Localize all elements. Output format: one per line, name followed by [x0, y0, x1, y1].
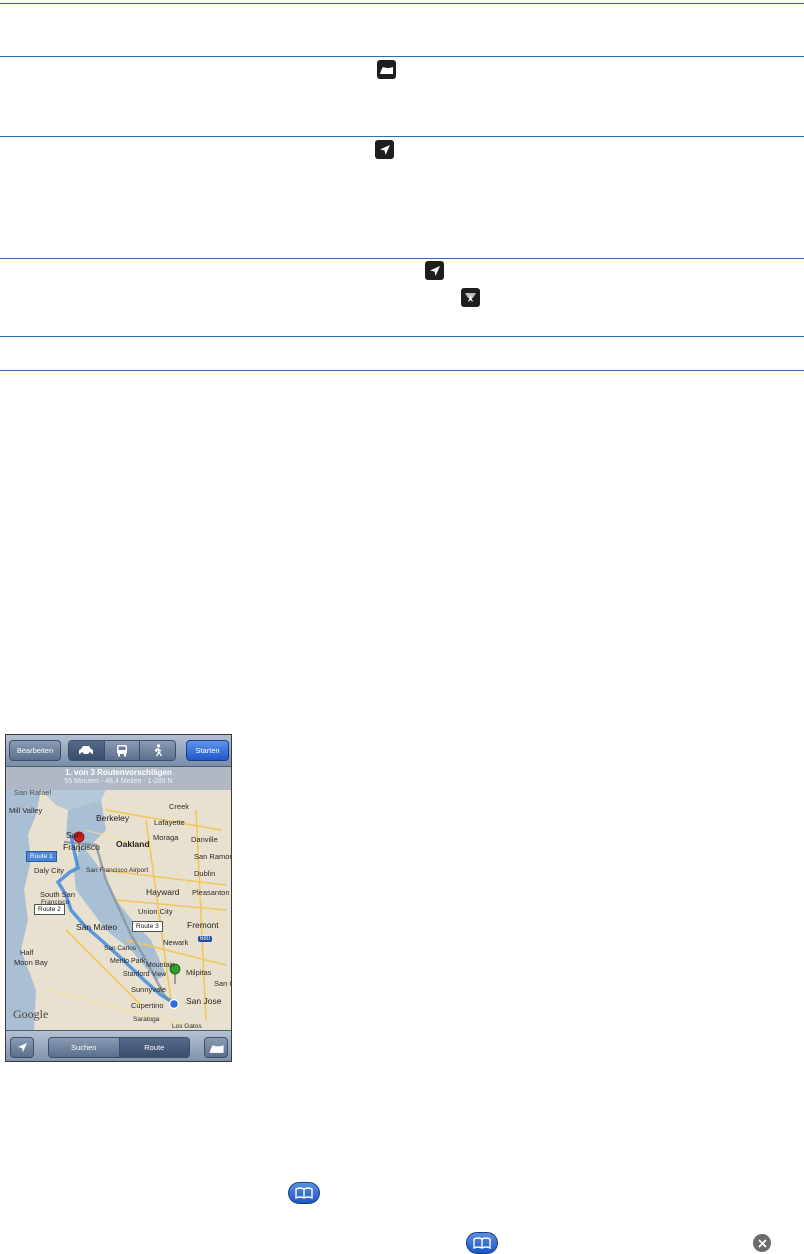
map-label: San Carlos [104, 945, 137, 952]
map-label: Stanford [123, 971, 150, 978]
edit-button[interactable]: Bearbeiten [9, 740, 61, 761]
section-rule [0, 258, 804, 259]
map-label: Cupertino [131, 1001, 164, 1010]
page-curl-icon [377, 60, 396, 79]
map-label: South San [40, 890, 76, 899]
map-label: Berkeley [96, 813, 130, 823]
map-label: Lafayette [154, 818, 185, 827]
bookmarks-button[interactable] [288, 1182, 320, 1204]
map-label: San Cl [214, 979, 231, 988]
map-label: San Mateo [76, 922, 118, 932]
route-summary-details: 55 Minuten - 48,4 Meilen - 1-280 N [64, 778, 173, 785]
section-rule [0, 370, 804, 371]
map-label: Daly City [34, 866, 65, 875]
clear-icon[interactable] [753, 1234, 771, 1252]
map-label: San Francisco Airport [86, 867, 149, 874]
bookmarks-button[interactable] [466, 1232, 498, 1254]
map-label: San Ramon [194, 852, 232, 861]
map-label: San [66, 830, 82, 840]
map-label: Dublin [194, 869, 216, 878]
maps-screenshot: San Rafael Mill Valley Berkeley Creek La… [5, 734, 232, 1062]
location-arrow-icon [17, 1042, 27, 1053]
route-tab[interactable]: Route [119, 1038, 189, 1057]
map-label: Saratoga [133, 1016, 160, 1023]
map-label: View [152, 971, 166, 978]
navigation-bar: Bearbeiten Starten [6, 735, 231, 767]
search-tab[interactable]: Suchen [49, 1038, 120, 1057]
page-curl-button[interactable] [204, 1037, 228, 1058]
map-label: Union City [138, 907, 173, 916]
map-label: Mountain [146, 962, 175, 969]
route-summary-title: 1. von 3 Routenvorschlägen [65, 768, 172, 777]
bottom-toolbar: Suchen Route [6, 1030, 231, 1061]
start-button[interactable]: Starten [186, 740, 229, 761]
map-label: Sunnyvale [131, 985, 167, 994]
map-label: San Jose [186, 996, 222, 1006]
walk-mode-button[interactable] [140, 741, 175, 760]
map-label: Creek [169, 802, 190, 811]
map-label: Danville [191, 835, 218, 844]
map-label: Hayward [146, 887, 180, 897]
route-summary-banner: 1. von 3 Routenvorschlägen 55 Minuten - … [6, 766, 231, 790]
map-label: Oakland [116, 839, 150, 849]
route-1-tag[interactable]: Route 1 [26, 851, 57, 862]
map-label: Pleasanton [192, 888, 230, 897]
map-label: Los Gatos [172, 1023, 202, 1030]
section-rule [0, 3, 804, 4]
location-arrow-icon [375, 140, 394, 159]
location-arrow-icon [425, 261, 444, 280]
map-label: Half [20, 948, 34, 957]
map-label: Milpitas [186, 968, 212, 977]
car-icon [79, 746, 94, 756]
section-rule [0, 56, 804, 57]
map-label: Mill Valley [9, 806, 43, 815]
car-mode-button[interactable] [69, 741, 105, 760]
current-location-button[interactable] [10, 1037, 34, 1058]
transit-mode-button[interactable] [104, 741, 141, 760]
map-label: Menlo Park [110, 958, 146, 965]
compass-heading-icon [461, 288, 480, 307]
google-logo: Google [13, 1007, 49, 1021]
map-label: Newark [163, 938, 189, 947]
search-route-control: Suchen Route [48, 1037, 190, 1058]
page-curl-icon [208, 1044, 224, 1053]
section-rule [0, 336, 804, 337]
map-view[interactable]: San Rafael Mill Valley Berkeley Creek La… [6, 788, 232, 1030]
map-label: Moon Bay [14, 958, 48, 967]
map-label: Francisco [63, 842, 100, 852]
route-2-tag[interactable]: Route 2 [34, 904, 65, 915]
bus-icon [117, 745, 127, 757]
map-label: Fremont [187, 920, 219, 930]
pedestrian-icon [154, 744, 162, 757]
section-rule [0, 136, 804, 137]
map-label: Moraga [153, 833, 179, 842]
highway-shield: 680 [198, 936, 213, 942]
transport-mode-control [68, 740, 176, 761]
route-3-tag[interactable]: Route 3 [132, 921, 163, 932]
